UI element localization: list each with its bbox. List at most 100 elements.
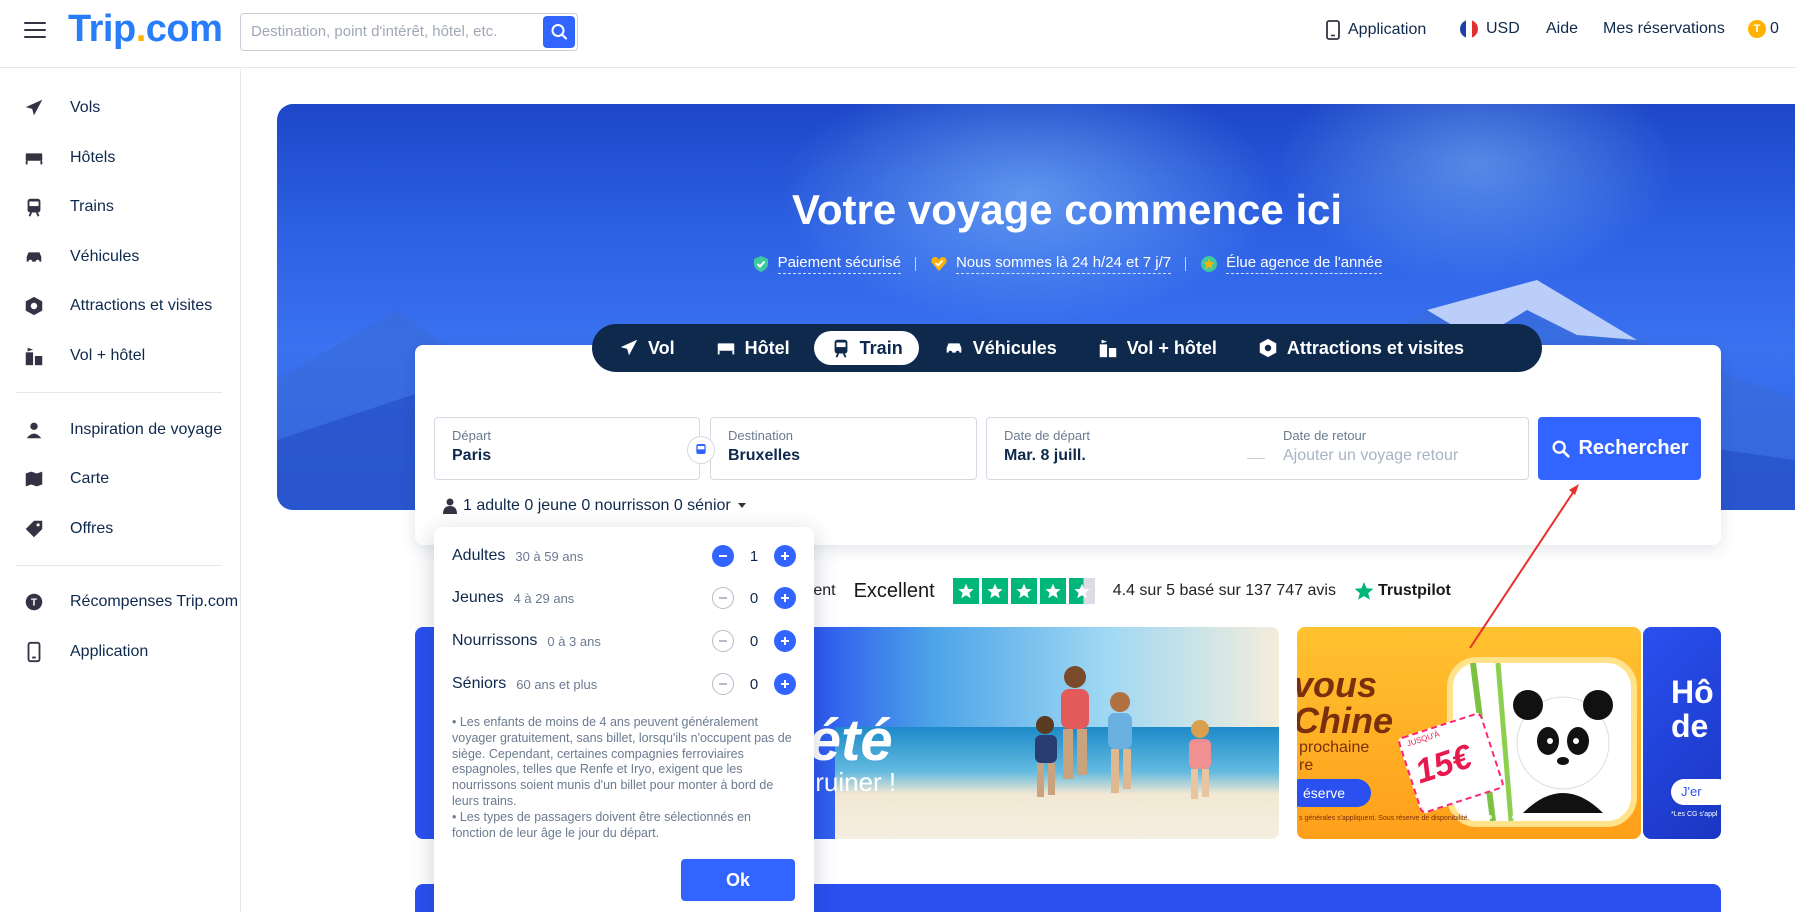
sidebar-item-label: Vol + hôtel: [70, 347, 146, 364]
family-beach-illustration: [1035, 666, 1211, 799]
star-icon: [1010, 578, 1037, 604]
dates-field: Date de départ Mar. 8 juill. Date de ret…: [986, 417, 1529, 480]
currency-selector[interactable]: USD: [1460, 20, 1520, 38]
flight-hotel-icon: [1099, 339, 1116, 358]
sidebar-item-label: Hôtels: [70, 149, 116, 166]
hotel-promo-title: Hô de: [1671, 674, 1714, 744]
passenger-row-infants: Nourrissons 0 à 3 ans 0: [452, 626, 796, 656]
global-search-button[interactable]: [543, 16, 575, 48]
passenger-row-seniors: Séniors 60 ans et plus 0: [452, 669, 796, 699]
person-icon: [443, 498, 457, 514]
youth-increment-button[interactable]: [774, 587, 796, 609]
departure-field[interactable]: Départ Paris: [434, 417, 700, 480]
plus-icon: [781, 552, 789, 560]
tab-hotel[interactable]: Hôtel: [699, 331, 806, 365]
swap-stations-button[interactable]: [687, 436, 715, 464]
plus-icon: [781, 637, 789, 645]
sidebar-item-rewards[interactable]: T Récompenses Trip.com: [22, 587, 238, 617]
badge-secure-payment[interactable]: Paiement sécurisé: [752, 254, 901, 274]
trip-coins-link[interactable]: T 0: [1748, 20, 1779, 38]
seniors-increment-button[interactable]: [774, 673, 796, 695]
carousel-indicators[interactable]: [1480, 815, 1556, 819]
tag-icon: [22, 517, 46, 541]
trustpilot-star-icon: [1354, 582, 1374, 600]
trust-summary: 4.4 sur 5 basé sur 137 747 avis: [1112, 582, 1336, 599]
badge-support-24-7[interactable]: Nous sommes là 24 h/24 et 7 j/7: [930, 254, 1172, 274]
sidebar-item-attractions[interactable]: Attractions et visites: [22, 291, 212, 321]
promo-banner-china[interactable]: vous Chine prochaine re JUSQU'À 15€ éserve…: [1297, 627, 1641, 839]
sidebar-item-vehicles[interactable]: Véhicules: [22, 242, 139, 272]
trip-logo[interactable]: Trip.com: [68, 8, 223, 51]
sidebar-item-app[interactable]: Application: [22, 637, 148, 667]
my-reservations-link[interactable]: Mes réservations: [1603, 20, 1725, 38]
return-date[interactable]: Date de retour Ajouter un voyage retour: [1283, 428, 1458, 465]
help-link[interactable]: Aide: [1546, 20, 1578, 38]
passenger-popup: Adultes 30 à 59 ans 1 Jeunes 4 à 29 ans …: [434, 527, 814, 912]
sidebar-item-hotels[interactable]: Hôtels: [22, 143, 115, 173]
search-trains-button[interactable]: Rechercher: [1538, 417, 1701, 480]
sidebar-item-flight-hotel[interactable]: Vol + hôtel: [22, 341, 145, 371]
destination-field[interactable]: Destination Bruxelles: [710, 417, 977, 480]
passenger-ok-button[interactable]: Ok: [681, 859, 795, 901]
departure-date[interactable]: Date de départ Mar. 8 juill.: [1004, 428, 1090, 465]
tab-attractions[interactable]: Attractions et visites: [1241, 331, 1480, 365]
sidebar-item-map[interactable]: Carte: [22, 464, 109, 494]
top-navigation-bar: Trip.com Application USD Aide Mes réserv…: [0, 0, 1795, 68]
menu-hamburger-icon[interactable]: [24, 22, 46, 40]
promo-banner-hotel[interactable]: Hô de J'er *Les CG s'appl: [1643, 627, 1721, 839]
caret-down-icon: [737, 503, 746, 508]
plane-icon: [22, 96, 46, 120]
sidebar-item-label: Trains: [70, 198, 114, 215]
currency-label: USD: [1486, 20, 1520, 37]
train-icon: [22, 195, 46, 219]
bed-icon: [717, 343, 734, 355]
train-search-card: Départ Paris Destination Bruxelles Date …: [415, 345, 1721, 545]
trustpilot-rating[interactable]: ment Excellent 4.4 sur 5 basé sur 137 74…: [800, 578, 1451, 604]
sidebar-item-flights[interactable]: Vols: [22, 93, 100, 123]
sidebar: Vols Hôtels Trains Véhicules Attractions…: [0, 69, 241, 912]
departure-value: Paris: [452, 447, 492, 464]
seniors-decrement-button[interactable]: [712, 673, 734, 695]
youth-count: 0: [749, 589, 759, 607]
adults-increment-button[interactable]: [774, 545, 796, 567]
sidebar-item-trains[interactable]: Trains: [22, 192, 114, 222]
hotel-promo-button[interactable]: J'er: [1671, 779, 1721, 805]
china-promo-subtitle: prochaine re: [1299, 739, 1370, 774]
youth-decrement-button[interactable]: [712, 587, 734, 609]
tab-flight-hotel[interactable]: Vol + hôtel: [1081, 331, 1233, 365]
trip-coins-count: 0: [1770, 20, 1779, 37]
trust-rating-word: Excellent: [853, 579, 935, 602]
map-icon: [22, 467, 46, 491]
bed-icon: [22, 146, 46, 170]
passenger-info-note: • Les enfants de moins de 4 ans peuvent …: [452, 715, 792, 840]
date-separator: [1247, 458, 1265, 459]
minus-icon: [719, 683, 727, 685]
global-search-box: [240, 13, 578, 51]
passenger-summary: 1 adulte 0 jeune 0 nourrisson 0 sénior: [463, 497, 731, 514]
infants-increment-button[interactable]: [774, 630, 796, 652]
star-icon: [952, 578, 979, 604]
award-star-icon: [1201, 256, 1218, 272]
tab-train[interactable]: Train: [813, 331, 919, 365]
sidebar-divider: [16, 565, 222, 566]
passenger-row-youth: Jeunes 4 à 29 ans 0: [452, 583, 796, 613]
star-icon: [981, 578, 1008, 604]
passenger-selector[interactable]: 1 adulte 0 jeune 0 nourrisson 0 sénior: [443, 497, 747, 515]
china-promo-title: vous Chine: [1297, 664, 1394, 741]
heart-check-icon: [931, 257, 947, 271]
infants-decrement-button[interactable]: [712, 630, 734, 652]
car-icon: [946, 343, 962, 355]
china-reserve-button[interactable]: éserve: [1297, 779, 1371, 807]
tab-vehicles[interactable]: Véhicules: [927, 331, 1073, 365]
sidebar-item-offers[interactable]: Offres: [22, 514, 113, 544]
adults-decrement-button[interactable]: [712, 545, 734, 567]
sidebar-item-label: Récompenses Trip.com: [70, 593, 239, 610]
tab-flight[interactable]: Vol: [602, 331, 691, 365]
badge-agency-of-year[interactable]: Élue agence de l'année: [1200, 254, 1383, 274]
plus-icon: [781, 680, 789, 688]
sidebar-item-inspiration[interactable]: Inspiration de voyage: [22, 415, 222, 445]
search-icon: [1552, 439, 1571, 458]
header-app-link[interactable]: Application: [1326, 20, 1426, 40]
global-search-input[interactable]: [251, 23, 521, 40]
sidebar-item-label: Offres: [70, 520, 114, 537]
